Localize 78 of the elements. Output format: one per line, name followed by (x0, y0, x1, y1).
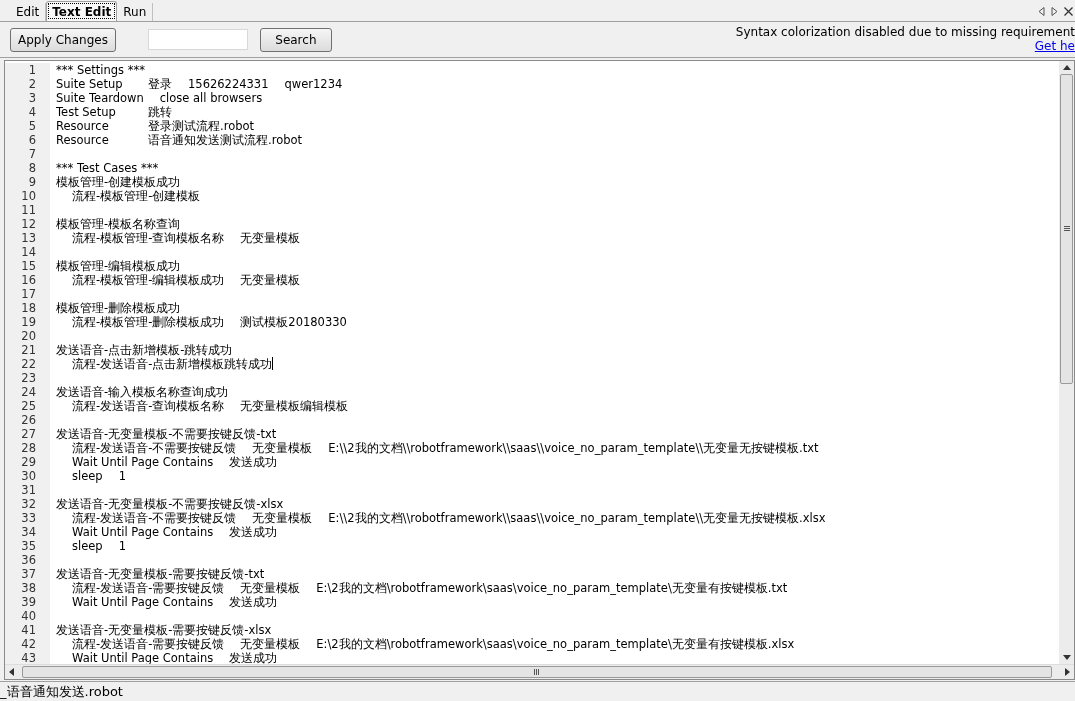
left-arrow-icon[interactable] (1038, 6, 1045, 16)
code-text: 模板管理-创建模板成功 (56, 174, 181, 189)
code-text: 发送语音-点击新增模板-跳转成功 (56, 342, 233, 357)
code-text: 登录 (148, 76, 172, 91)
left-arrow-icon[interactable] (9, 667, 14, 676)
code-text: 发送成功 (229, 524, 278, 539)
code-text: 流程-发送语音-需要按键反馈 (72, 580, 225, 595)
code-text: 跳转 (148, 104, 172, 119)
code-text: 流程-模板管理-创建模板 (72, 188, 201, 203)
code-text: 流程-发送语音-查询模板名称 (72, 398, 225, 413)
code-text: 发送语音-无变量模板-需要按键反馈-xlsx (56, 622, 272, 637)
code-text: E:\\2我的文档\\robotframework\\saas\\voice_no_param_template\\无变量无按键模板.txt (328, 440, 819, 455)
code-text: Test Setup (56, 104, 117, 119)
code-text: 流程-发送语音-点击新增模板跳转成功 (72, 356, 273, 371)
code-text: Suite Teardown (56, 90, 144, 105)
code-text: 模板管理-模板名称查询 (56, 216, 181, 231)
code-text: 语音通知发送测试流程.robot (148, 132, 302, 147)
code-text: 1 (118, 468, 126, 483)
code-text: Suite Setup (56, 76, 123, 91)
code-text: 发送语音-输入模板名称查询成功 (56, 384, 229, 399)
code-text: 发送成功 (229, 650, 278, 664)
scroll-thumb[interactable] (22, 665, 1052, 678)
code-text: Resource (56, 118, 109, 133)
code-text: sleep (72, 468, 103, 483)
code-text: Resource (56, 132, 110, 147)
code-text: 发送语音-无变量模板-不需要按键反馈-txt (56, 426, 277, 441)
code-text: 无变量模板 (240, 636, 301, 651)
syntax-notice: Syntax colorization disabled due to missing requirement (735, 25, 1075, 40)
help-link[interactable]: Get he (1034, 39, 1075, 54)
code-text: 无变量模板 (252, 440, 313, 455)
code-text: Wait Until Page Contains (72, 524, 214, 539)
apply-changes-button[interactable]: Apply Changes (10, 28, 116, 53)
code-text: E:\2我的文档\robotframework\saas\voice_no_param_template\无变量有按键模板.txt (316, 580, 788, 595)
code-text: 无变量模板 (252, 510, 313, 525)
scroll-thumb[interactable] (1060, 73, 1073, 384)
code-text: sleep (72, 538, 103, 553)
right-arrow-icon[interactable] (1065, 667, 1070, 676)
code-text: 发送成功 (229, 594, 278, 609)
search-field[interactable] (147, 29, 248, 51)
code-text: 无变量模板 (240, 272, 301, 287)
close-icon[interactable] (1064, 6, 1073, 16)
code-text: 发送语音-无变量模板-不需要按键反馈-xlsx (56, 496, 284, 511)
horizontal-scrollbar[interactable] (5, 663, 1074, 679)
code-text: 流程-模板管理-删除模板成功 (72, 314, 225, 329)
code-text: 测试模板20180330 (240, 314, 347, 329)
code-text: 无变量模板 (240, 580, 301, 595)
code-text: 登录测试流程.robot (148, 118, 254, 133)
code-text: 1 (118, 538, 126, 553)
vertical-scrollbar[interactable] (1059, 60, 1074, 664)
code-text: 流程-模板管理-编辑模板成功 (72, 272, 225, 287)
code-text: 模板管理-删除模板成功 (56, 300, 181, 315)
code-text: *** Settings *** (56, 62, 145, 77)
code-text: 流程-发送语音-不需要按键反馈 (72, 440, 237, 455)
code-text: 流程-发送语音-需要按键反馈 (72, 636, 225, 651)
code-text: Wait Until Page Contains (72, 594, 214, 609)
search-button[interactable]: Search (259, 28, 332, 53)
code-text: 无变量模板编辑模板 (240, 398, 349, 413)
code-text: Wait Until Page Contains (72, 650, 214, 664)
tab[interactable]: Text Edit (46, 1, 118, 22)
code-text: 发送语音-无变量模板-需要按键反馈-txt (56, 566, 265, 581)
up-arrow-icon[interactable] (1062, 64, 1071, 70)
down-arrow-icon[interactable] (1062, 654, 1071, 660)
code-text: 发送成功 (229, 454, 278, 469)
code-text: E:\\2我的文档\\robotframework\\saas\\voice_no_param_template\\无变量无按键模板.xlsx (328, 510, 826, 525)
code-text: 流程-发送语音-不需要按键反馈 (72, 510, 237, 525)
status-text: _语音通知发送.robot (0, 682, 123, 701)
code-text: *** Test Cases *** (56, 160, 159, 175)
code-text: 流程-模板管理-查询模板名称 (72, 230, 225, 245)
code-text: 模板管理-编辑模板成功 (56, 258, 181, 273)
code-text: close all browsers (159, 90, 263, 105)
code-text: qwer1234 (284, 76, 343, 91)
code-text: Wait Until Page Contains (72, 454, 214, 469)
line-number: 1 (5, 62, 50, 77)
code-text: 无变量模板 (240, 230, 301, 245)
code-text: 15626224331 (188, 76, 269, 91)
right-arrow-icon[interactable] (1051, 6, 1058, 16)
code-text: E:\2我的文档\robotframework\saas\voice_no_param_template\无变量有按键模板.xlsx (316, 636, 795, 651)
tab[interactable]: Run (117, 3, 154, 22)
